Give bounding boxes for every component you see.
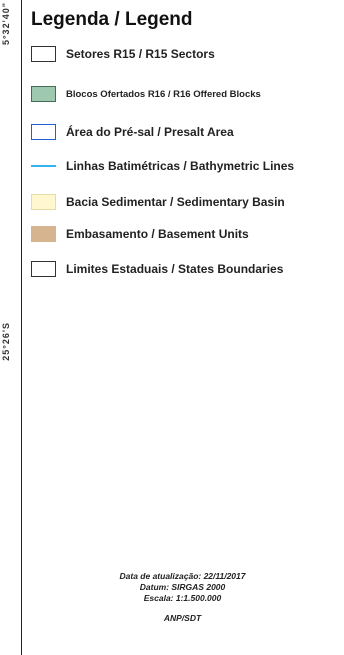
legend-item-bathymetric-lines: Linhas Batimétricas / Bathymetric Lines	[31, 156, 294, 176]
green-fill-swatch	[31, 86, 56, 102]
footer-agency: ANP/SDT	[163, 613, 202, 623]
coordinate-label-middle: 25°26'S	[1, 322, 11, 361]
white-box-swatch	[31, 261, 56, 277]
legend-item-label: Setores R15 / R15 Sectors	[66, 47, 215, 61]
footer-datum: Datum: SIRGAS 2000	[139, 582, 226, 592]
blue-line-swatch	[31, 165, 56, 167]
legend-item-label: Bacia Sedimentar / Sedimentary Basin	[66, 195, 285, 209]
legend-item-label: Limites Estaduais / States Boundaries	[66, 262, 284, 276]
legend-item-label: Blocos Ofertados R16 / R16 Offered Block…	[66, 88, 261, 100]
tan-fill-swatch	[31, 226, 56, 242]
legend-item-sedimentary-basin: Bacia Sedimentar / Sedimentary Basin	[31, 192, 285, 212]
footer-update-date: Data de atualização: 22/11/2017	[119, 571, 246, 581]
legend-item-label: Linhas Batimétricas / Bathymetric Lines	[66, 159, 295, 173]
legend-item-label: Embasamento / Basement Units	[66, 227, 249, 241]
blue-outline-swatch	[31, 124, 56, 140]
coordinate-label-top: 5°32'40"	[1, 2, 11, 46]
legend-title: Legenda / Legend	[31, 9, 193, 30]
legend-panel: Legenda / Legend Setores R15 / R15 Secto…	[21, 0, 343, 655]
legend-item-state-boundaries: Limites Estaduais / States Boundaries	[31, 259, 283, 279]
legend-item-presalt-area: Área do Pré-sal / Presalt Area	[31, 122, 234, 142]
cream-fill-swatch	[31, 194, 56, 210]
legend-item-basement-units: Embasamento / Basement Units	[31, 224, 249, 244]
map-edge-strip: 5°32'40" 25°26'S	[0, 0, 18, 655]
footer-scale: Escala: 1:1.500.000	[143, 593, 222, 603]
legend-item-label: Área do Pré-sal / Presalt Area	[66, 125, 234, 139]
white-box-swatch	[31, 46, 56, 62]
legend-item-offered-blocks: Blocos Ofertados R16 / R16 Offered Block…	[31, 84, 261, 104]
legend-item-sectors: Setores R15 / R15 Sectors	[31, 44, 215, 64]
